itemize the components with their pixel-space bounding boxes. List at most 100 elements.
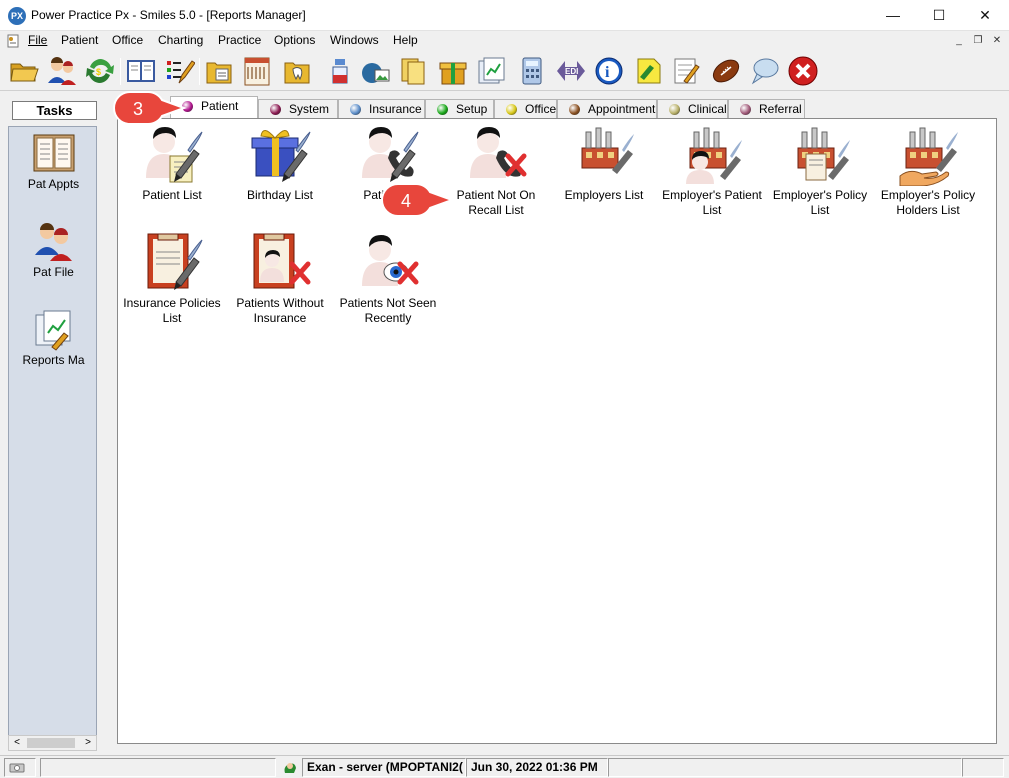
menu-windows[interactable]: Windows	[330, 33, 379, 47]
mdi-close-button[interactable]: ✕	[990, 34, 1004, 48]
report-item[interactable]: Employer's Patient List	[658, 122, 766, 218]
scroll-right-button[interactable]: >	[81, 736, 95, 750]
tab-setup[interactable]: Setup	[425, 99, 494, 119]
svg-text:i: i	[605, 64, 610, 81]
report-label-line: Birthday List	[246, 188, 314, 202]
tasks-panel: Tasks Pat Appts Pat File Reports Ma	[8, 96, 101, 754]
report-item[interactable]: Patient List	[118, 122, 226, 203]
insurance-policies-icon	[147, 233, 203, 290]
info-icon[interactable]: i	[593, 55, 625, 87]
report-label-line: Patients Without	[236, 296, 324, 310]
refresh-icon[interactable]: $	[84, 55, 116, 87]
appointment-book-icon[interactable]	[125, 55, 157, 87]
dental-icon[interactable]	[281, 55, 313, 87]
task-label: Reports Ma	[22, 353, 85, 367]
report-label-line: Insurance Policies	[123, 296, 221, 310]
image-icon[interactable]	[359, 55, 391, 87]
tab-color-dot-icon	[506, 104, 517, 115]
report-label: Patients Not Seen Recently	[334, 296, 442, 326]
patient-recall-phone-icon	[362, 127, 419, 182]
tab-color-dot-icon	[350, 104, 361, 115]
gift-box-icon[interactable]	[437, 55, 469, 87]
tab-system[interactable]: System	[258, 99, 338, 119]
chat-bubble-icon[interactable]	[749, 55, 781, 87]
employer-patient-icon	[686, 127, 742, 184]
tab-label: Clinical	[688, 102, 727, 116]
report-item[interactable]: Insurance Policies List	[118, 230, 226, 326]
tasks-title: Tasks	[12, 101, 97, 120]
minimize-button[interactable]: —	[870, 0, 916, 31]
task-pat-appts[interactable]: Pat Appts	[9, 131, 98, 191]
task-pat-file[interactable]: Pat File	[9, 219, 98, 279]
tasks-horizontal-scrollbar[interactable]: < >	[8, 735, 97, 751]
close-button[interactable]: ✕	[962, 0, 1008, 31]
menu-practice[interactable]: Practice	[218, 33, 261, 47]
pat-file-icon	[34, 223, 72, 261]
menu-patient[interactable]: Patient	[61, 33, 98, 47]
tab-clinical[interactable]: Clinical	[657, 99, 728, 119]
tab-color-dot-icon	[270, 104, 281, 115]
tab-office[interactable]: Office	[494, 99, 557, 119]
tab-referral[interactable]: Referral	[728, 99, 805, 119]
tab-appointment[interactable]: Appointment	[557, 99, 657, 119]
checklist-icon[interactable]	[670, 55, 702, 87]
reports-icon[interactable]	[476, 55, 508, 87]
tab-label: System	[289, 102, 330, 116]
calculator-icon[interactable]	[516, 55, 548, 87]
tab-color-dot-icon	[669, 104, 680, 115]
exit-icon[interactable]	[787, 55, 819, 87]
employer-policy-holders-icon	[899, 127, 958, 186]
scroll-thumb[interactable]	[27, 738, 75, 748]
report-label: Patient List	[118, 188, 226, 203]
callout-3-number: 3	[133, 99, 143, 119]
camera-icon	[9, 763, 25, 773]
report-label-line: Employer's Policy	[772, 188, 868, 202]
patient-file-icon[interactable]	[203, 55, 235, 87]
menu-office[interactable]: Office	[112, 33, 143, 47]
patients-icon[interactable]	[46, 55, 78, 87]
notes-icon[interactable]	[632, 55, 664, 87]
user-status-icon	[284, 763, 296, 773]
mdi-minimize-button[interactable]: _	[952, 34, 966, 48]
employer-policy-icon	[797, 127, 850, 181]
menu-file[interactable]: File	[28, 33, 47, 47]
svg-text:$: $	[96, 67, 101, 77]
patients-not-seen-icon	[362, 235, 419, 286]
menu-help[interactable]: Help	[393, 33, 418, 47]
mdi-document-icon[interactable]	[6, 34, 21, 48]
mdi-restore-button[interactable]: ❐	[971, 34, 985, 48]
tab-label: Office	[525, 102, 557, 116]
report-item[interactable]: Birthday List	[226, 122, 334, 203]
scroll-left-button[interactable]: <	[10, 736, 24, 750]
edit-list-icon[interactable]	[163, 55, 195, 87]
callout-4: 4	[381, 182, 455, 218]
tab-insurance[interactable]: Insurance	[338, 99, 425, 119]
chart-icon[interactable]	[241, 55, 273, 87]
menu-options[interactable]: Options	[274, 33, 315, 47]
menu-charting[interactable]: Charting	[158, 33, 203, 47]
report-item[interactable]: Employer's Policy List	[766, 122, 874, 218]
edi-icon[interactable]: EDI	[555, 55, 587, 87]
pat-appts-icon	[33, 134, 74, 172]
status-camera-panel	[4, 758, 36, 777]
report-item[interactable]: Patients Without Insurance	[226, 230, 334, 326]
report-label: Patients Without Insurance	[226, 296, 334, 326]
folders-icon[interactable]	[398, 55, 430, 87]
toolbar: $ EDI i	[0, 52, 1009, 91]
report-item[interactable]: Employers List	[550, 122, 658, 203]
report-item[interactable]: Employer's Policy Holders List	[874, 122, 982, 218]
open-folder-icon[interactable]	[8, 55, 40, 87]
employers-factory-icon	[581, 127, 634, 174]
maximize-button[interactable]: ☐	[916, 0, 962, 31]
football-icon[interactable]	[710, 55, 742, 87]
report-label: Employer's Policy List	[766, 188, 874, 218]
status-user: Exan - server (MPOPTANI2(	[302, 758, 466, 777]
lab-icon[interactable]	[324, 55, 356, 87]
tab-color-dot-icon	[740, 104, 751, 115]
report-item[interactable]: Patients Not Seen Recently	[334, 230, 442, 326]
report-label-line: Patient List	[142, 188, 202, 202]
report-label-line: Holders List	[896, 203, 960, 217]
report-label-line: Insurance	[253, 311, 307, 325]
birthday-gift-icon	[251, 130, 311, 182]
task-reports-manager[interactable]: Reports Ma	[9, 307, 98, 367]
